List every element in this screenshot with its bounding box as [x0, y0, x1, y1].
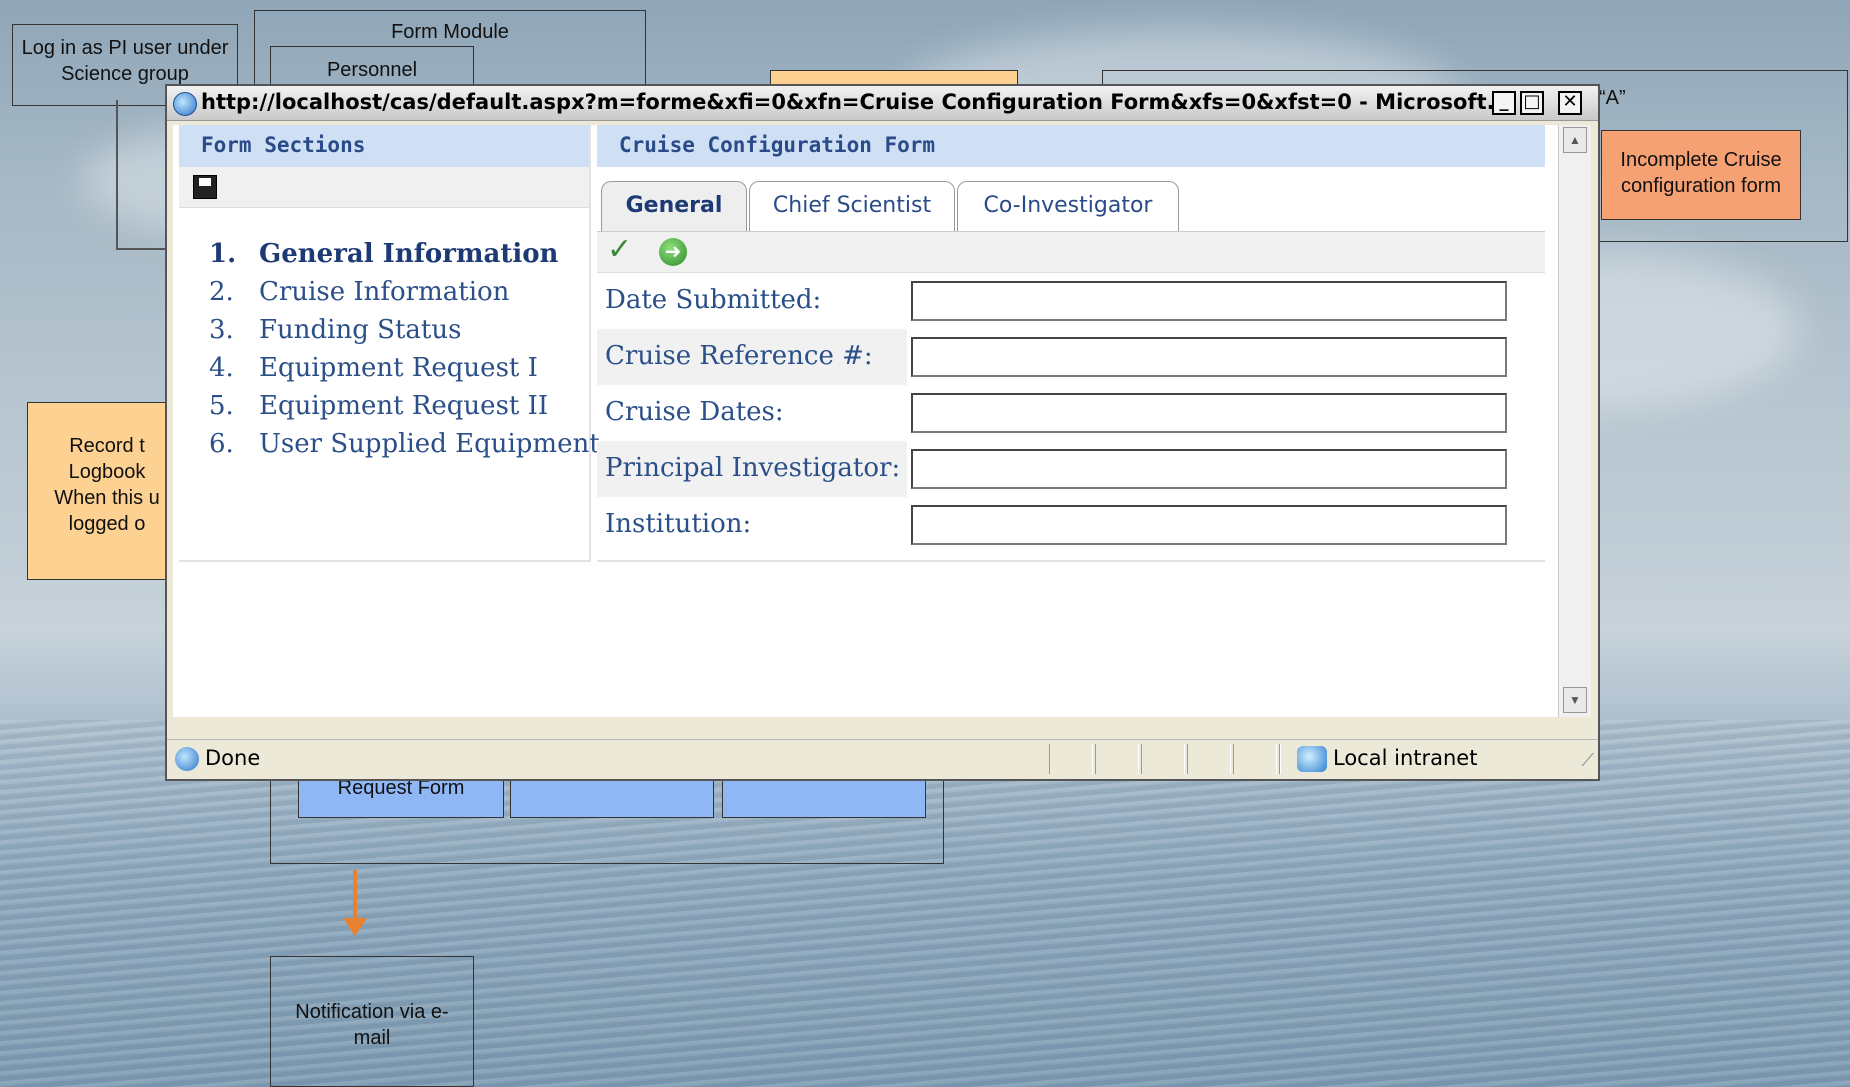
page-content: Form Sections 1. General Information 2. Cr…	[173, 125, 1558, 717]
form-sections-title: Form Sections	[201, 133, 366, 157]
local-intranet-icon	[1297, 746, 1327, 772]
incomplete-form-text: Incomplete Cruise configuration form	[1620, 149, 1782, 197]
page-status-icon	[175, 747, 199, 771]
section-item-equipment-request-1[interactable]: 4. Equipment Request I	[209, 349, 600, 387]
title-bar[interactable]: http://localhost/cas/default.aspx?m=form…	[167, 86, 1598, 121]
section-label: General Information	[259, 239, 559, 269]
status-pane	[1141, 744, 1185, 774]
status-pane	[1279, 744, 1281, 774]
section-number: 4.	[209, 353, 234, 383]
a-label: “A”	[1599, 87, 1626, 109]
record-box: Record t Logbook When this u logged o	[27, 402, 177, 580]
window-title: http://localhost/cas/default.aspx?m=form…	[201, 90, 1511, 114]
form-sections-header: Form Sections	[179, 125, 589, 167]
section-number: 1.	[209, 239, 237, 269]
resize-grip-icon[interactable]: ⟋	[1581, 750, 1594, 771]
cruise-configuration-header: Cruise Configuration Form	[597, 125, 1545, 167]
cruise-reference-label: Cruise Reference #:	[605, 341, 873, 371]
principal-investigator-label: Principal Investigator:	[605, 453, 901, 483]
section-item-user-supplied-equipment[interactable]: 6. User Supplied Equipment	[209, 425, 600, 463]
form-toolbar: ✓ ➜	[597, 231, 1545, 273]
status-pane	[1049, 744, 1093, 774]
section-label: Equipment Request I	[259, 353, 538, 383]
institution-label: Institution:	[605, 509, 752, 539]
login-box-text: Log in as PI user under Science group	[21, 37, 229, 85]
field-row-cruise-reference: Cruise Reference #:	[597, 329, 1545, 385]
minimize-button[interactable]: _	[1492, 91, 1516, 115]
section-item-general-information[interactable]: 1. General Information	[209, 235, 600, 273]
floppy-disk-icon[interactable]	[193, 175, 217, 199]
personnel-label: Personnel	[326, 59, 418, 81]
maximize-button[interactable]: □	[1520, 91, 1544, 115]
tab-general[interactable]: General	[601, 181, 747, 231]
tab-co-investigator[interactable]: Co-Investigator	[957, 181, 1179, 231]
date-submitted-label: Date Submitted:	[605, 285, 822, 315]
date-submitted-field[interactable]	[911, 281, 1507, 321]
status-text: Done	[205, 746, 261, 770]
cruise-dates-label: Cruise Dates:	[605, 397, 784, 427]
arrow-head	[343, 918, 367, 936]
section-item-funding-status[interactable]: 3. Funding Status	[209, 311, 600, 349]
notification-text: Notification via e-mail	[295, 1001, 449, 1049]
principal-investigator-field[interactable]	[911, 449, 1507, 489]
cruise-configuration-title: Cruise Configuration Form	[619, 133, 936, 157]
connector-line	[116, 100, 118, 250]
browser-window: http://localhost/cas/default.aspx?m=form…	[165, 84, 1600, 781]
scroll-up-icon[interactable]: ▲	[1563, 127, 1587, 153]
incomplete-form-box: Incomplete Cruise configuration form	[1601, 130, 1801, 220]
security-zone-label: Local intranet	[1333, 746, 1478, 770]
status-pane	[1187, 744, 1231, 774]
section-label: Equipment Request II	[259, 391, 549, 421]
tab-chief-scientist[interactable]: Chief Scientist	[749, 181, 955, 231]
section-number: 2.	[209, 277, 234, 307]
arrow-shaft	[353, 870, 357, 920]
section-label: Funding Status	[259, 315, 462, 345]
section-item-equipment-request-2[interactable]: 5. Equipment Request II	[209, 387, 600, 425]
status-pane	[1233, 744, 1277, 774]
cruise-configuration-panel: Cruise Configuration Form General Chief …	[597, 125, 1545, 562]
form-sections-toolbar	[179, 167, 589, 208]
section-number: 5.	[209, 391, 234, 421]
section-label: User Supplied Equipment	[259, 429, 600, 459]
cruise-reference-field[interactable]	[911, 337, 1507, 377]
scroll-down-icon[interactable]: ▼	[1563, 687, 1587, 713]
status-bar: Done Local intranet ⟋	[167, 739, 1598, 778]
form-module-label: Form Module	[391, 21, 509, 43]
section-label: Cruise Information	[259, 277, 510, 307]
section-number: 6.	[209, 429, 234, 459]
close-button[interactable]: ✕	[1558, 91, 1582, 115]
form-sections-list: 1. General Information 2. Cruise Informati…	[209, 235, 600, 463]
cruise-dates-field[interactable]	[911, 393, 1507, 433]
ie-icon	[173, 92, 197, 116]
field-row-cruise-dates: Cruise Dates:	[597, 385, 1545, 441]
field-row-principal-investigator: Principal Investigator:	[597, 441, 1545, 497]
section-item-cruise-information[interactable]: 2. Cruise Information	[209, 273, 600, 311]
notification-box: Notification via e-mail	[270, 956, 474, 1087]
field-row-date-submitted: Date Submitted:	[597, 273, 1545, 329]
green-arrow-icon[interactable]: ➜	[659, 238, 687, 266]
institution-field[interactable]	[911, 505, 1507, 545]
record-box-text: Record t Logbook When this u logged o	[54, 435, 160, 535]
vertical-scrollbar[interactable]: ▲ ▼	[1558, 125, 1591, 717]
checkmark-icon[interactable]: ✓	[607, 232, 632, 267]
status-pane	[1095, 744, 1139, 774]
form-sections-panel: Form Sections 1. General Information 2. Cr…	[179, 125, 600, 562]
section-number: 3.	[209, 315, 234, 345]
field-row-institution: Institution:	[597, 497, 1545, 553]
